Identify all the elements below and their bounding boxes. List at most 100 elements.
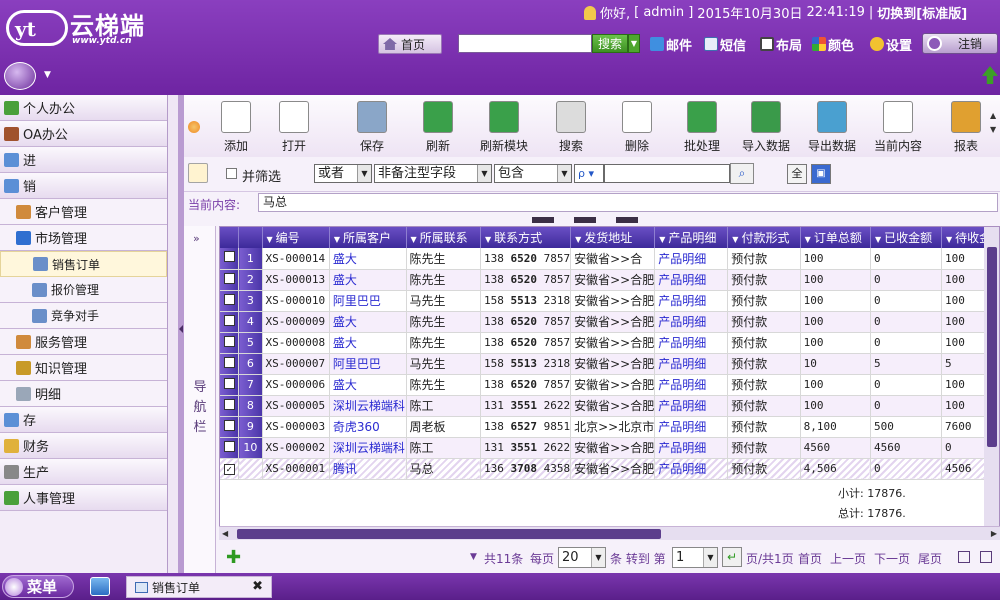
horizontal-scrollbar[interactable]: ◀ ▶ — [219, 526, 1000, 540]
sidebar-item[interactable]: 存 — [0, 407, 167, 433]
current-content-input[interactable]: 马总 — [258, 193, 998, 212]
customer-cell[interactable]: 盛大 — [329, 248, 407, 270]
product-detail-link[interactable]: 产品明细 — [654, 374, 729, 396]
customer-cell[interactable]: 盛大 — [329, 332, 407, 354]
column-menu-icon[interactable]: ▼ — [659, 235, 665, 244]
row-checkbox[interactable] — [220, 311, 240, 333]
vertical-scrollbar[interactable] — [984, 227, 999, 527]
row-checkbox[interactable] — [220, 416, 240, 438]
sidebar-item[interactable]: 市场管理 — [0, 225, 167, 251]
toolbar-button[interactable]: 导入数据 — [736, 101, 796, 154]
arrow-up-icon[interactable] — [982, 66, 998, 84]
customer-cell[interactable]: 腾讯 — [329, 458, 407, 480]
scroll-thumb[interactable] — [237, 529, 661, 539]
view-toggle-icon[interactable] — [958, 551, 970, 563]
operator-select[interactable]: 包含 ▼ — [494, 164, 572, 183]
checkbox-icon[interactable] — [223, 398, 235, 410]
layout-button[interactable]: 布局 — [760, 34, 802, 54]
sms-button[interactable]: 短信 — [704, 34, 746, 54]
table-row[interactable]: 1 XS-000014 盛大 陈先生 138 6520 7857 安徽省>>合 产品明细 预付… — [220, 248, 999, 270]
checkbox-icon[interactable] — [223, 251, 235, 263]
go-page-icon[interactable]: ↵ — [722, 547, 742, 567]
filter-settings-icon[interactable] — [188, 163, 208, 183]
switch-version-link[interactable]: 切换到[标准版] — [877, 3, 967, 22]
filter-search-type-icon[interactable]: ρ ▾ — [574, 164, 604, 183]
sidebar-item[interactable]: 销售订单 — [0, 251, 167, 277]
row-checkbox[interactable] — [220, 248, 240, 270]
product-detail-link[interactable]: 产品明细 — [654, 248, 729, 270]
row-checkbox[interactable] — [220, 290, 240, 312]
page-select[interactable]: 1 ▼ — [672, 547, 718, 568]
sidebar-item[interactable]: 服务管理 — [0, 329, 167, 355]
toolbar-button[interactable]: 保存 — [342, 101, 402, 154]
sidebar-item[interactable]: 客户管理 — [0, 199, 167, 225]
prev-page-link[interactable]: 上一页 — [830, 550, 866, 567]
select-all-icon[interactable]: 全 — [787, 164, 807, 184]
row-checkbox[interactable] — [220, 437, 240, 459]
row-checkbox[interactable] — [220, 374, 240, 396]
toolbar-button[interactable]: 当前内容 — [868, 101, 928, 154]
customer-cell[interactable]: 奇虎360 — [329, 416, 407, 438]
customer-cell[interactable]: 盛大 — [329, 269, 407, 291]
chevron-down-icon[interactable]: ▼ — [44, 70, 51, 80]
save-filter-icon[interactable]: ▣ — [811, 164, 831, 184]
logout-button[interactable]: 注销 — [922, 33, 998, 54]
column-header[interactable]: ▼ 已收金额 — [870, 227, 942, 248]
product-detail-link[interactable]: 产品明细 — [654, 416, 729, 438]
field-select[interactable]: 非备注型字段 ▼ — [374, 164, 492, 183]
last-page-link[interactable]: 尾页 — [918, 550, 942, 567]
customer-cell[interactable]: 阿里巴巴 — [329, 353, 407, 375]
column-menu-icon[interactable]: ▼ — [575, 235, 581, 244]
search-input[interactable] — [458, 34, 592, 53]
checkbox-icon[interactable] — [223, 377, 235, 389]
product-detail-link[interactable]: 产品明细 — [654, 458, 729, 480]
next-page-link[interactable]: 下一页 — [874, 550, 910, 567]
sidebar-item[interactable]: 销 — [0, 173, 167, 199]
sidebar-item[interactable]: 生产 — [0, 459, 167, 485]
toolbar-button[interactable]: 刷新模块 — [474, 101, 534, 154]
product-detail-link[interactable]: 产品明细 — [654, 269, 729, 291]
row-checkbox[interactable] — [220, 269, 240, 291]
search-dropdown-icon[interactable]: ▼ — [628, 34, 640, 53]
toolbar-scroll-icon[interactable]: ▲ ▼ — [990, 109, 996, 137]
scroll-left-icon[interactable]: ◀ — [222, 529, 228, 538]
checkbox-icon[interactable] — [223, 293, 235, 305]
toolbar-button[interactable]: 报表 — [936, 101, 996, 154]
table-row[interactable]: 5 XS-000008 盛大 陈先生 138 6520 7857 安徽省>>合肥 产品明细预… — [220, 332, 999, 354]
sidebar-item[interactable]: 个人办公 — [0, 95, 167, 121]
main-menu-icon[interactable] — [4, 62, 36, 90]
switch-window-icon[interactable] — [90, 577, 110, 596]
expand-icon[interactable]: » — [193, 232, 200, 245]
column-menu-icon[interactable]: ▼ — [334, 235, 340, 244]
column-header[interactable]: ▼ 发货地址 — [570, 227, 656, 248]
color-button[interactable]: 颜色 — [812, 34, 854, 54]
table-row[interactable]: 4 XS-000009 盛大 陈先生 138 6520 7857 安徽省>>合肥 产品明细预… — [220, 311, 999, 333]
toolbar-button[interactable]: 批处理 — [672, 101, 732, 154]
row-checkbox[interactable] — [220, 353, 240, 375]
first-page-link[interactable]: 首页 — [798, 550, 822, 567]
table-row[interactable]: 7 XS-000006 盛大 陈先生 138 6520 7857 安徽省>>合肥 产品明细预… — [220, 374, 999, 396]
checkbox-icon[interactable] — [223, 440, 235, 452]
checkbox-icon[interactable] — [223, 314, 235, 326]
pager-menu-icon[interactable]: ▼ — [470, 552, 477, 562]
sidebar-item[interactable]: 明细 — [0, 381, 167, 407]
column-header[interactable]: ▼ 产品明细 — [654, 227, 729, 248]
view-toggle-icon[interactable] — [980, 551, 992, 563]
filter-checkbox[interactable] — [226, 168, 237, 179]
customer-cell[interactable]: 深圳云梯端科 — [329, 437, 407, 459]
product-detail-link[interactable]: 产品明细 — [654, 332, 729, 354]
checkbox-checked-icon[interactable]: ✓ — [223, 464, 235, 475]
checkbox-icon[interactable] — [223, 272, 235, 284]
scroll-right-icon[interactable]: ▶ — [991, 529, 997, 538]
settings-button[interactable]: 设置 — [870, 34, 912, 54]
table-row[interactable]: 3 XS-000010 阿里巴巴 马先生 158 5513 2318 安徽省>>合肥 产品明… — [220, 290, 999, 312]
column-menu-icon[interactable]: ▼ — [267, 235, 273, 244]
scroll-thumb[interactable] — [987, 247, 997, 447]
column-menu-icon[interactable]: ▼ — [875, 235, 881, 244]
column-header[interactable]: ▼ 所属客户 — [329, 227, 407, 248]
mail-button[interactable]: 邮件 — [650, 34, 692, 54]
start-menu-button[interactable]: 菜单 — [2, 575, 74, 598]
sidebar-item[interactable]: 知识管理 — [0, 355, 167, 381]
toolbar-button[interactable]: 刷新 — [408, 101, 468, 154]
column-header[interactable]: ▼ 付款形式 — [727, 227, 801, 248]
